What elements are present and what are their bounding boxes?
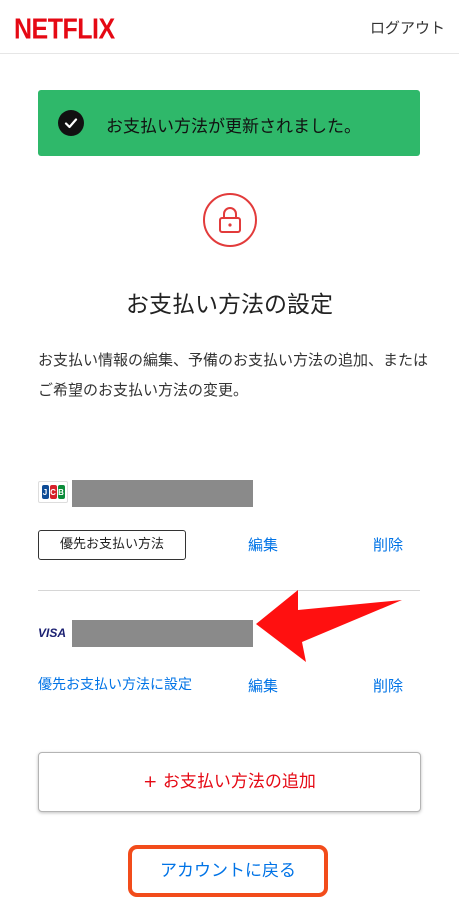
top-bar: NETFLIX ログアウト: [0, 0, 459, 54]
masked-card-number: [72, 620, 253, 647]
check-circle-icon: [58, 110, 84, 136]
edit-card-link[interactable]: 編集: [248, 675, 278, 696]
lock-icon: [203, 193, 257, 247]
delete-card-link[interactable]: 削除: [373, 534, 403, 555]
success-message: お支払い方法が更新されました。: [106, 117, 361, 137]
back-link-highlight: アカウントに戻る: [128, 845, 328, 897]
edit-card-link[interactable]: 編集: [248, 534, 278, 555]
jcb-card-logo: JCB: [38, 481, 68, 503]
add-payment-button[interactable]: + お支払い方法の追加: [38, 752, 421, 812]
page-description: お支払い情報の編集、予備のお支払い方法の追加、またはご希望のお支払い方法の変更。: [38, 351, 429, 399]
masked-card-number: [72, 480, 253, 507]
success-banner: お支払い方法が更新されました。: [38, 90, 420, 156]
back-to-account-link[interactable]: アカウントに戻る: [132, 849, 324, 893]
logout-link[interactable]: ログアウト: [370, 17, 445, 38]
preferred-payment-badge: 優先お支払い方法: [38, 530, 186, 560]
annotation-arrow-icon: [256, 590, 402, 662]
delete-card-link[interactable]: 削除: [373, 675, 403, 696]
visa-card-logo: VISA: [38, 626, 67, 640]
set-preferred-link[interactable]: 優先お支払い方法に設定: [38, 673, 198, 698]
netflix-logo[interactable]: NETFLIX: [14, 13, 115, 46]
page-title: お支払い方法の設定: [126, 292, 333, 318]
